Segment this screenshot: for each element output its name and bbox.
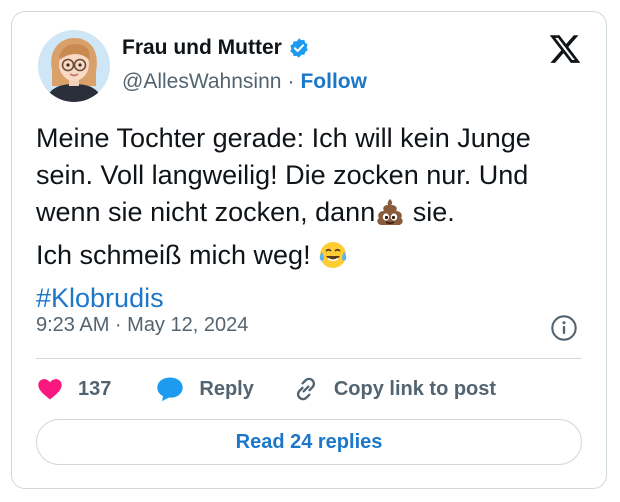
- reply-button[interactable]: Reply: [155, 375, 254, 403]
- x-logo-icon[interactable]: [548, 32, 582, 66]
- tweet-text: Meine Tochter gerade: Ich will kein Jung…: [36, 120, 596, 317]
- tweet-line-3-end: sie.: [405, 197, 455, 227]
- author-name-row: Frau und Mutter: [122, 36, 310, 60]
- tweet-line-4: Ich schmeiß mich weg!: [36, 237, 596, 280]
- copy-link-label: Copy link to post: [333, 377, 497, 400]
- tweet-card: Frau und Mutter @AllesWahnsinn · Follow …: [11, 11, 607, 489]
- link-icon: [296, 377, 315, 401]
- copy-link-button[interactable]: Copy link to post: [292, 375, 496, 403]
- tweet-line-3: wenn sie nicht zocken, dann sie.: [36, 194, 596, 237]
- action-bar: 137 Reply Copy link to post: [36, 372, 496, 406]
- follow-link[interactable]: Follow: [300, 70, 367, 94]
- reply-label: Reply: [199, 377, 254, 400]
- tweet-line-1: Meine Tochter gerade: Ich will kein Jung…: [36, 123, 531, 153]
- tweet-line-2: sein. Voll langweilig! Die zocken nur. U…: [36, 160, 529, 190]
- tears-of-joy-emoji: [318, 240, 348, 280]
- tweet-timestamp[interactable]: 9:23 AM · May 12, 2024: [36, 314, 248, 337]
- author-handle[interactable]: @AllesWahnsinn: [122, 70, 281, 94]
- like-button[interactable]: 137: [36, 375, 111, 403]
- hashtag-link[interactable]: #Klobrudis: [36, 280, 596, 317]
- info-icon[interactable]: [550, 314, 578, 342]
- avatar[interactable]: [38, 30, 110, 102]
- tweet-line-3-start: wenn sie nicht zocken, dann: [36, 197, 376, 227]
- tweet-line-4-text: Ich schmeiß mich weg!: [36, 240, 319, 270]
- read-replies-button[interactable]: Read 24 replies: [36, 419, 582, 465]
- handle-separator: ·: [287, 70, 295, 93]
- divider: [36, 358, 582, 359]
- verified-badge-icon: [288, 37, 310, 59]
- chat-bubble-icon: [157, 377, 184, 402]
- author-display-name[interactable]: Frau und Mutter: [122, 36, 282, 60]
- heart-icon: [38, 379, 62, 400]
- pile-of-poo-emoji: [375, 197, 405, 237]
- author-handle-row: @AllesWahnsinn · Follow: [122, 70, 367, 94]
- likes-count: 137: [78, 377, 112, 400]
- read-replies-label: Read 24 replies: [235, 430, 383, 453]
